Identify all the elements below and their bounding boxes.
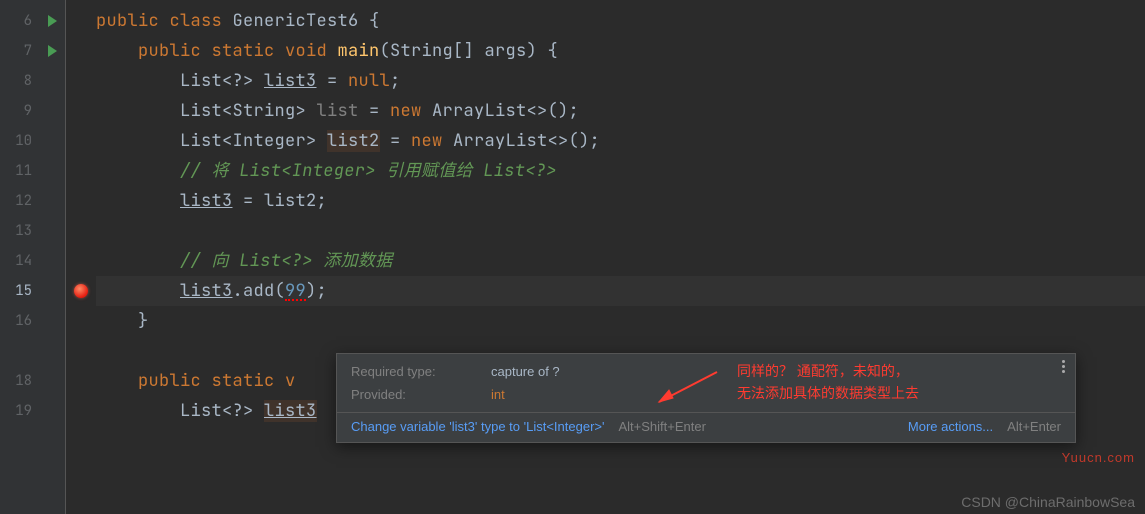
line-number: 7: [0, 36, 40, 66]
error-bulb-icon[interactable]: [74, 284, 88, 298]
line-number: 14: [0, 246, 40, 276]
line-number: 6: [0, 6, 40, 36]
line-number: 18: [0, 366, 40, 396]
annotation-arrow-icon: [647, 364, 727, 414]
required-type-label: Required type:: [351, 364, 481, 379]
shortcut-hint: Alt+Enter: [1007, 419, 1061, 434]
annotation-text: 同样的？ 通配符，未知的， 无法添加具体的数据类型上去: [737, 360, 919, 404]
icon-gutter: [66, 0, 96, 514]
code-line[interactable]: list3 = list2;: [96, 186, 1145, 216]
shortcut-hint: Alt+Shift+Enter: [618, 419, 705, 434]
line-number: 15: [0, 276, 40, 306]
run-icon[interactable]: [48, 45, 57, 57]
more-actions-link[interactable]: More actions...: [908, 419, 993, 434]
watermark-csdn: CSDN @ChinaRainbowSea: [961, 494, 1135, 510]
code-line[interactable]: List<?> list3 = null;: [96, 66, 1145, 96]
watermark-site: Yuucn.com: [1062, 450, 1135, 465]
kebab-menu-icon[interactable]: [1062, 360, 1065, 373]
error-tooltip-popup: Required type: capture of ? Provided: in…: [336, 353, 1076, 443]
provided-label: Provided:: [351, 387, 481, 402]
code-line[interactable]: }: [96, 306, 1145, 336]
run-gutter: [40, 0, 65, 514]
code-line[interactable]: List<Integer> list2 = new ArrayList<>();: [96, 126, 1145, 156]
required-type-value: capture of ?: [491, 364, 560, 379]
code-line[interactable]: public class GenericTest6 {: [96, 6, 1145, 36]
line-number: [0, 336, 40, 366]
code-line[interactable]: // 向 List<?> 添加数据: [96, 246, 1145, 276]
provided-value: int: [491, 387, 560, 402]
line-number: 11: [0, 156, 40, 186]
code-line[interactable]: // 将 List<Integer> 引用赋值给 List<?>: [96, 156, 1145, 186]
line-number: 10: [0, 126, 40, 156]
quickfix-link[interactable]: Change variable 'list3' type to 'List<In…: [351, 419, 604, 434]
code-line[interactable]: [96, 216, 1145, 246]
code-line[interactable]: public static void main(String[] args) {: [96, 36, 1145, 66]
code-line[interactable]: list3.add(99);: [96, 276, 1145, 306]
line-number-gutter: 6 7 8 9 10 11 12 13 14 15 16 18 19: [0, 0, 40, 514]
line-number: 12: [0, 186, 40, 216]
code-line[interactable]: List<String> list = new ArrayList<>();: [96, 96, 1145, 126]
line-number: 9: [0, 96, 40, 126]
line-number: 8: [0, 66, 40, 96]
line-number: 19: [0, 396, 40, 426]
line-number: 16: [0, 306, 40, 336]
run-icon[interactable]: [48, 15, 57, 27]
line-number: 13: [0, 216, 40, 246]
